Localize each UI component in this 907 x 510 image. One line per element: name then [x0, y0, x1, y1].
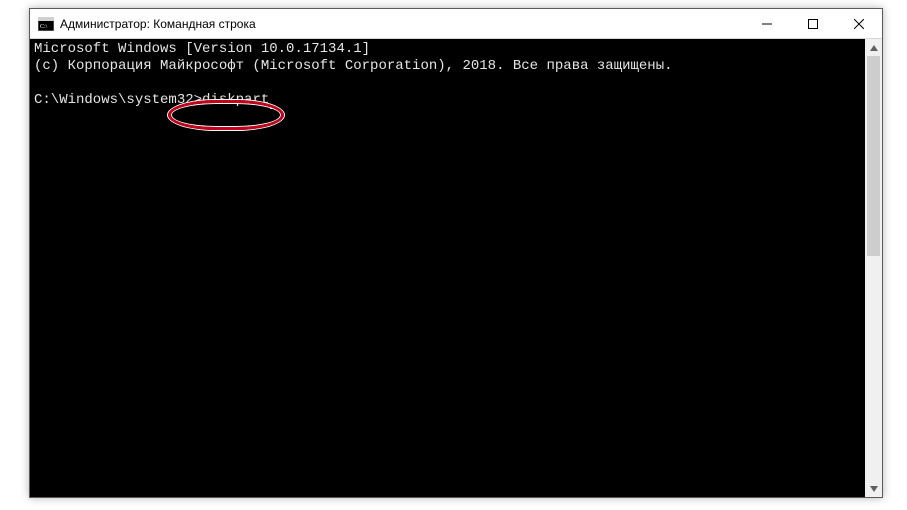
close-button[interactable] [836, 9, 882, 38]
terminal-output[interactable]: Microsoft Windows [Version 10.0.17134.1]… [30, 39, 865, 497]
text-cursor [270, 95, 278, 109]
prompt-symbol: > [194, 92, 202, 108]
copyright-line: (c) Корпорация Майкрософт (Microsoft Cor… [34, 58, 673, 74]
scroll-track[interactable] [865, 56, 882, 480]
prompt-path: C:\Windows\system32 [34, 92, 194, 108]
window-controls [744, 9, 882, 38]
client-area: Microsoft Windows [Version 10.0.17134.1]… [30, 39, 882, 497]
cmd-icon: C:\ [38, 16, 54, 32]
version-line: Microsoft Windows [Version 10.0.17134.1] [34, 41, 370, 57]
scroll-up-button[interactable] [865, 39, 882, 56]
command-prompt-window: C:\ Администратор: Командная строка Micr… [29, 8, 883, 498]
scroll-thumb[interactable] [867, 56, 880, 256]
typed-command: diskpart [202, 92, 269, 108]
svg-text:C:\: C:\ [40, 24, 48, 30]
prompt-line: C:\Windows\system32>diskpart [34, 92, 278, 108]
scroll-down-button[interactable] [865, 480, 882, 497]
window-title: Администратор: Командная строка [60, 17, 744, 31]
titlebar[interactable]: C:\ Администратор: Командная строка [30, 9, 882, 39]
vertical-scrollbar[interactable] [865, 39, 882, 497]
minimize-button[interactable] [744, 9, 790, 38]
maximize-button[interactable] [790, 9, 836, 38]
